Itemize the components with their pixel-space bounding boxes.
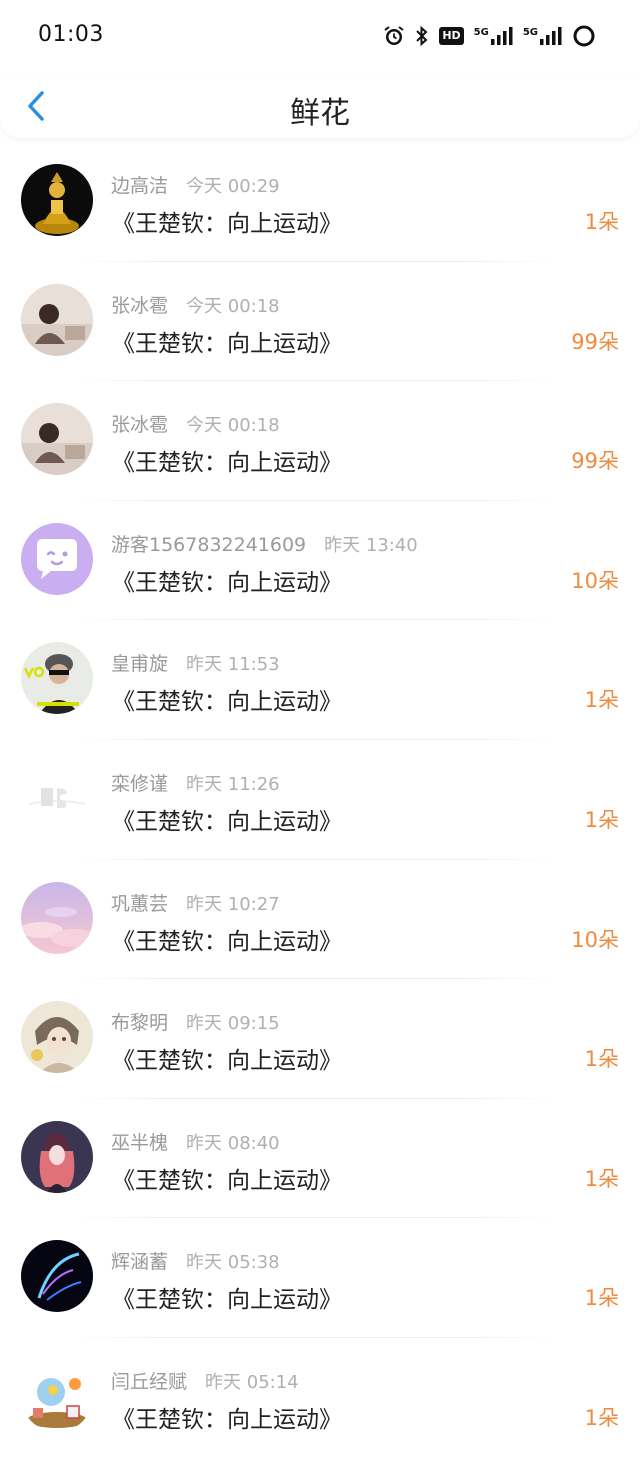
book-title: 《王楚钦：向上运动》	[112, 928, 342, 955]
flower-count: 1朵	[584, 807, 619, 832]
sender-name: 游客1567832241609 昨天 13:40	[111, 530, 418, 557]
avatar[interactable]	[21, 881, 93, 954]
status-icons: HD 5G 5G	[383, 24, 596, 48]
sender-name: 巫半槐 昨天 08:40	[111, 1128, 280, 1155]
sender-name: 栾修谨 昨天 11:26	[111, 769, 280, 796]
sender-name-text: 皇甫旋	[111, 653, 169, 676]
avatar[interactable]	[21, 522, 93, 595]
gift-time: 今天 00:18	[186, 295, 280, 317]
signal-sim1-icon: 5G	[474, 27, 513, 45]
sender-name: 张冰雹 今天 00:18	[111, 291, 280, 318]
book-title: 《王楚钦：向上运动》	[112, 1167, 342, 1194]
list-item[interactable]: 张冰雹 今天 00:18 《王楚钦：向上运动》 99朵	[0, 262, 640, 382]
flower-count: 10朵	[571, 927, 619, 952]
flower-count: 99朵	[571, 449, 619, 474]
book-title: 《王楚钦：向上运动》	[112, 1048, 342, 1075]
book-title: 《王楚钦：向上运动》	[112, 569, 342, 596]
sender-name-text: 巩蕙芸	[111, 892, 169, 915]
book-title: 《王楚钦：向上运动》	[112, 450, 342, 477]
book-title: 《王楚钦：向上运动》	[112, 211, 342, 237]
battery-ring-icon	[572, 24, 596, 48]
list-item[interactable]: 辉涵蓄 昨天 05:38 《王楚钦：向上运动》 1朵	[0, 1218, 640, 1338]
sim1-label: 5G	[473, 27, 489, 38]
gift-time: 昨天 10:27	[186, 893, 280, 915]
gift-time: 昨天 11:26	[186, 773, 280, 795]
gift-time: 昨天 08:40	[186, 1132, 280, 1154]
avatar[interactable]	[21, 164, 93, 236]
sender-name-text: 布黎明	[111, 1012, 169, 1035]
sender-name-text: 巫半槐	[111, 1131, 169, 1154]
flower-count: 99朵	[571, 329, 619, 354]
avatar[interactable]	[21, 1001, 93, 1074]
sender-name-text: 张冰雹	[111, 414, 169, 437]
sim2-label: 5G	[522, 27, 538, 38]
flower-count: 1朵	[584, 1166, 619, 1191]
sender-name-text: 栾修谨	[111, 772, 169, 795]
list-item[interactable]: 栾修谨 昨天 11:26 《王楚钦：向上运动》 1朵	[0, 740, 640, 860]
sender-name: 辉涵蓄 昨天 05:38	[111, 1247, 280, 1274]
sender-name-text: 闫丘经赋	[111, 1370, 188, 1393]
list-item[interactable]: 张冰雹 今天 00:18 《王楚钦：向上运动》 99朵	[0, 381, 640, 501]
gift-time: 今天 00:18	[186, 415, 280, 437]
book-title: 《王楚钦：向上运动》	[112, 1287, 342, 1314]
list-item[interactable]: 边高洁 今天 00:29 《王楚钦：向上运动》 1朵	[0, 142, 640, 262]
flower-count: 1朵	[584, 1405, 619, 1430]
list-item[interactable]: 巫半槐 昨天 08:40 《王楚钦：向上运动》 1朵	[0, 1099, 640, 1219]
book-title: 《王楚钦：向上运动》	[112, 330, 342, 357]
avatar[interactable]	[21, 761, 93, 834]
bluetooth-icon	[415, 25, 429, 47]
avatar[interactable]	[21, 1240, 93, 1313]
hd-voice-icon: HD	[439, 27, 464, 45]
flower-gift-list: 边高洁 今天 00:29 《王楚钦：向上运动》 1朵 张冰雹 今天 00:18 《王…	[0, 142, 640, 1458]
sender-name-text: 辉涵蓄	[111, 1251, 169, 1274]
list-item[interactable]: 皇甫旋 昨天 11:53 《王楚钦：向上运动》 1朵	[0, 620, 640, 740]
list-item[interactable]: 布黎明 昨天 09:15 《王楚钦：向上运动》 1朵	[0, 979, 640, 1099]
sender-name: 边高洁 今天 00:29	[111, 171, 280, 198]
gift-time: 昨天 05:14	[205, 1371, 299, 1393]
status-time: 01:03	[38, 22, 104, 47]
avatar[interactable]	[21, 283, 93, 356]
sender-name-text: 游客1567832241609	[111, 533, 307, 556]
signal-sim2-icon: 5G	[523, 27, 562, 45]
sender-name: 闫丘经赋 昨天 05:14	[111, 1367, 299, 1394]
list-item[interactable]: 巩蕙芸 昨天 10:27 《王楚钦：向上运动》 10朵	[0, 860, 640, 980]
list-item[interactable]: 闫丘经赋 昨天 05:14 《王楚钦：向上运动》 1朵	[0, 1338, 640, 1458]
list-item[interactable]: 游客1567832241609 昨天 13:40 《王楚钦：向上运动》 10朵	[0, 501, 640, 621]
book-title: 《王楚钦：向上运动》	[112, 689, 342, 716]
header-bar: 鲜花	[0, 76, 640, 138]
flower-count: 1朵	[584, 210, 619, 234]
avatar[interactable]	[21, 1359, 93, 1432]
page-title: 鲜花	[290, 96, 350, 131]
gift-time: 昨天 09:15	[186, 1013, 280, 1035]
status-bar: 01:03 HD 5G 5G	[0, 0, 640, 76]
avatar[interactable]	[21, 642, 93, 715]
sender-name: 巩蕙芸 昨天 10:27	[111, 889, 280, 916]
alarm-icon	[383, 25, 405, 47]
book-title: 《王楚钦：向上运动》	[112, 1406, 342, 1433]
book-title: 《王楚钦：向上运动》	[112, 808, 342, 835]
flower-count: 10朵	[571, 568, 619, 593]
flower-count: 1朵	[584, 1047, 619, 1072]
avatar[interactable]	[21, 1120, 93, 1193]
gift-time: 昨天 13:40	[324, 534, 418, 556]
sender-name: 张冰雹 今天 00:18	[111, 410, 280, 437]
sender-name-text: 张冰雹	[111, 294, 169, 317]
flower-count: 1朵	[584, 688, 619, 713]
avatar[interactable]	[21, 403, 93, 476]
gift-time: 昨天 05:38	[186, 1252, 280, 1274]
sender-name: 布黎明 昨天 09:15	[111, 1008, 280, 1035]
sender-name-text: 边高洁	[111, 175, 169, 197]
gift-time: 今天 00:29	[186, 176, 280, 197]
gift-time: 昨天 11:53	[186, 654, 280, 676]
flower-count: 1朵	[584, 1286, 619, 1311]
sender-name: 皇甫旋 昨天 11:53	[111, 649, 280, 676]
